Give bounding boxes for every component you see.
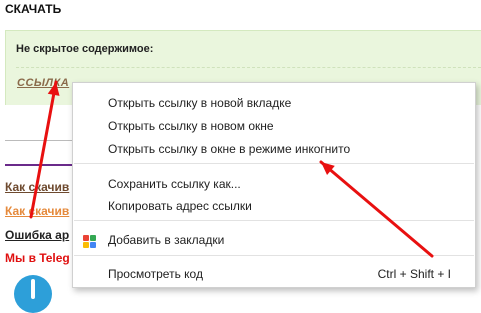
context-menu: Открыть ссылку в новой вкладке Открыть с…	[72, 82, 476, 288]
menu-separator	[74, 255, 474, 256]
telegram-promo[interactable]: Мы в Teleg	[5, 251, 70, 265]
menu-save-link-as[interactable]: Сохранить ссылку как...	[73, 173, 475, 195]
menu-item-label: Открыть ссылку в окне в режиме инкогнито	[108, 142, 351, 156]
menu-open-new-window[interactable]: Открыть ссылку в новом окне	[73, 115, 475, 137]
menu-item-label: Просмотреть код	[108, 267, 203, 281]
menu-item-label: Открыть ссылку в новой вкладке	[108, 96, 292, 110]
bookmark-add-icon	[83, 235, 96, 248]
menu-item-shortcut: Ctrl + Shift + I	[377, 267, 451, 281]
telegram-logo-icon	[14, 275, 52, 313]
menu-separator	[74, 220, 474, 221]
menu-item-label: Открыть ссылку в новом окне	[108, 119, 274, 133]
menu-item-label: Сохранить ссылку как...	[108, 177, 241, 191]
download-link[interactable]: ССЫЛКА	[17, 77, 69, 89]
menu-separator	[74, 163, 474, 164]
related-link-2[interactable]: Как скачив	[5, 204, 69, 218]
menu-open-new-tab[interactable]: Открыть ссылку в новой вкладке	[73, 92, 475, 114]
related-link-1[interactable]: Как скачив	[5, 180, 69, 194]
menu-add-bookmark[interactable]: Добавить в закладки	[73, 229, 475, 251]
menu-inspect[interactable]: Просмотреть код Ctrl + Shift + I	[73, 263, 475, 285]
menu-open-incognito[interactable]: Открыть ссылку в окне в режиме инкогнито	[73, 138, 475, 160]
menu-item-label: Копировать адрес ссылки	[108, 199, 252, 213]
page-heading: СКАЧАТЬ	[5, 2, 62, 16]
related-link-3[interactable]: Ошибка ар	[5, 228, 69, 242]
menu-copy-link-address[interactable]: Копировать адрес ссылки	[73, 195, 475, 217]
menu-item-label: Добавить в закладки	[108, 233, 225, 247]
hidden-content-divider	[16, 67, 481, 68]
hidden-content-title: Не скрытое содержимое:	[16, 43, 154, 55]
